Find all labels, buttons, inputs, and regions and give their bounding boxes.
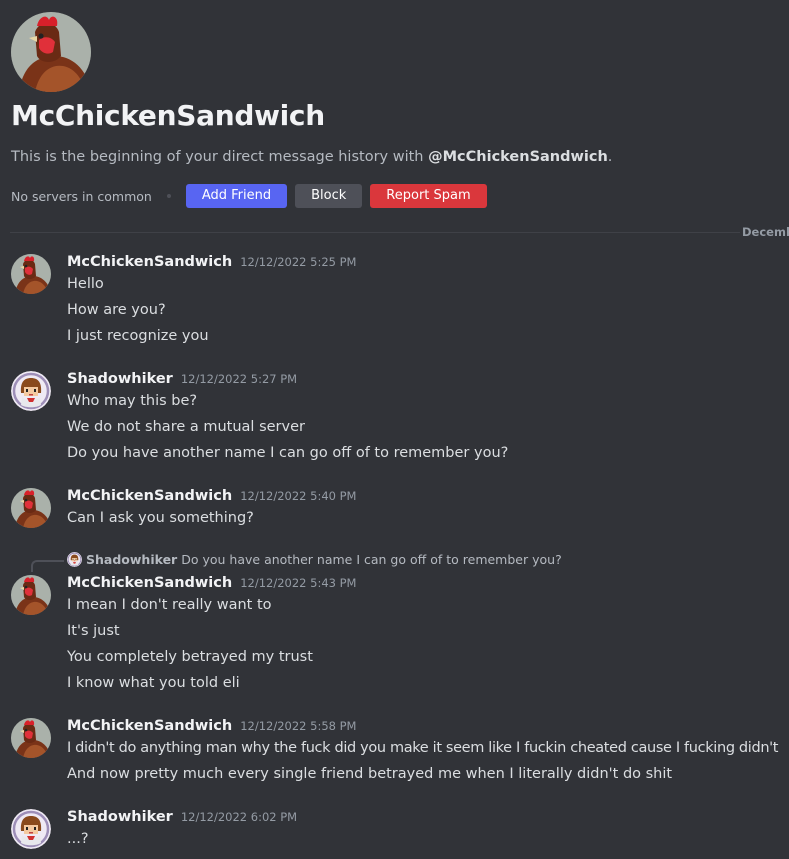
message-timestamp: 12/12/2022 5:27 PM xyxy=(180,372,298,386)
message-header: Shadowhiker 12/12/2022 5:27 PM xyxy=(67,371,297,387)
message-header: McChickenSandwich 12/12/2022 5:25 PM xyxy=(67,254,356,270)
profile-name: McChickenSandwich xyxy=(11,99,325,132)
message-author[interactable]: Shadowhiker xyxy=(67,371,173,387)
message-header: McChickenSandwich 12/12/2022 5:58 PM xyxy=(67,718,356,734)
message-text: It's just xyxy=(67,623,120,639)
message-timestamp: 12/12/2022 6:02 PM xyxy=(180,810,298,824)
dm-intro-prefix: This is the beginning of your direct mes… xyxy=(11,149,429,165)
message-text: I just recognize you xyxy=(67,328,209,344)
message-text: I mean I don't really want to xyxy=(67,597,272,613)
date-divider-label: December xyxy=(742,225,789,239)
message-author[interactable]: McChickenSandwich xyxy=(67,488,232,504)
message-timestamp: 12/12/2022 5:43 PM xyxy=(240,576,357,590)
message-avatar[interactable] xyxy=(11,488,51,528)
message-author[interactable]: McChickenSandwich xyxy=(67,718,232,734)
add-friend-button[interactable]: Add Friend xyxy=(185,184,288,208)
message-text: I didn't do anything man why the fuck di… xyxy=(67,740,779,756)
message-text: I know what you told eli xyxy=(67,675,240,691)
message-avatar[interactable] xyxy=(11,718,51,758)
message-header: McChickenSandwich 12/12/2022 5:40 PM xyxy=(67,488,356,504)
reply-preview[interactable]: Shadowhiker Do you have another name I c… xyxy=(67,552,562,567)
message-text: You completely betrayed my trust xyxy=(67,649,313,665)
message-avatar[interactable] xyxy=(11,575,51,615)
profile-avatar[interactable] xyxy=(11,12,91,92)
mutual-servers-label: No servers in common xyxy=(11,188,152,204)
message-text: Can I ask you something? xyxy=(67,510,254,526)
message-header: McChickenSandwich 12/12/2022 5:43 PM xyxy=(67,575,356,591)
report-spam-button[interactable]: Report Spam xyxy=(370,184,487,208)
message-text: How are you? xyxy=(67,302,166,318)
reply-text[interactable]: Do you have another name I can go off of… xyxy=(181,552,561,567)
profile-actions: No servers in common Add Friend Block Re… xyxy=(11,184,495,208)
date-divider xyxy=(10,232,740,233)
dm-intro-handle: @McChickenSandwich xyxy=(428,149,608,165)
message-author[interactable]: McChickenSandwich xyxy=(67,575,232,591)
dm-intro-text: This is the beginning of your direct mes… xyxy=(11,149,612,165)
message-text: Do you have another name I can go off of… xyxy=(67,445,509,461)
separator-dot xyxy=(166,194,171,198)
reply-spine xyxy=(31,560,64,572)
message-avatar[interactable] xyxy=(11,809,51,849)
message-timestamp: 12/12/2022 5:58 PM xyxy=(240,719,357,733)
reply-author[interactable]: Shadowhiker xyxy=(86,552,177,567)
message-timestamp: 12/12/2022 5:40 PM xyxy=(240,489,357,503)
message-timestamp: 12/12/2022 5:25 PM xyxy=(240,255,357,269)
message-author[interactable]: Shadowhiker xyxy=(67,809,173,825)
reply-avatar xyxy=(67,552,82,567)
dm-intro-suffix: . xyxy=(607,149,613,165)
message-text: And now pretty much every single friend … xyxy=(67,766,673,782)
message-text: Who may this be? xyxy=(67,393,198,409)
message-text: We do not share a mutual server xyxy=(67,419,305,435)
message-avatar[interactable] xyxy=(11,371,51,411)
message-text: ...? xyxy=(67,831,89,847)
message-avatar[interactable] xyxy=(11,254,51,294)
message-author[interactable]: McChickenSandwich xyxy=(67,254,232,270)
message-header: Shadowhiker 12/12/2022 6:02 PM xyxy=(67,809,297,825)
message-text: Hello xyxy=(67,276,104,292)
block-button[interactable]: Block xyxy=(295,184,363,208)
